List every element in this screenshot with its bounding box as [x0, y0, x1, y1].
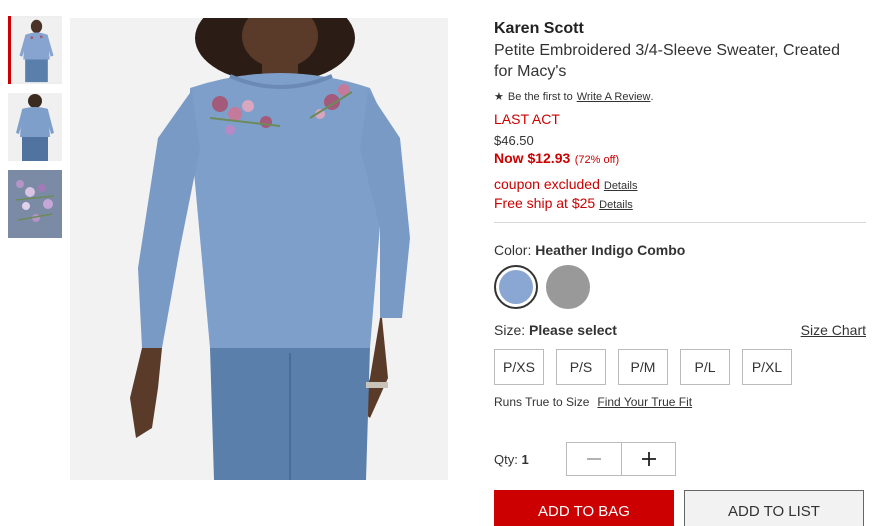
- percent-off: (72% off): [574, 154, 620, 166]
- thumbnail-front-image: [11, 17, 62, 83]
- coupon-line: coupon excluded Details: [494, 176, 866, 192]
- quantity-label-group: Qty: 1: [494, 452, 566, 467]
- thumbnail-front[interactable]: [8, 16, 62, 84]
- plus-icon: [641, 452, 656, 466]
- swatch-heather-indigo[interactable]: [494, 265, 538, 309]
- thumbnail-back[interactable]: [8, 93, 62, 161]
- quantity-row: Qty: 1: [494, 442, 866, 476]
- sale-price-line: Now $12.93 (72% off): [494, 150, 866, 168]
- quantity-stepper: [566, 442, 676, 476]
- original-price: $46.50: [494, 133, 534, 148]
- action-buttons: ADD TO BAG ADD TO LIST: [494, 490, 866, 526]
- product-info-panel: Karen Scott Petite Embroidered 3/4-Sleev…: [494, 20, 866, 526]
- shipping-text: Free ship at $25: [494, 195, 596, 211]
- thumbnail-strip: [8, 16, 64, 247]
- product-main-image[interactable]: [70, 18, 448, 480]
- shipping-line: Free ship at $25 Details: [494, 195, 866, 211]
- fit-text: Runs True to Size: [494, 395, 590, 409]
- decrement-button[interactable]: [567, 443, 621, 475]
- size-prompt-line: Size: Please select: [494, 322, 617, 338]
- size-header: Size: Please select Size Chart: [494, 322, 866, 338]
- review-prompt: ★ Be the first to Write A Review.: [494, 90, 866, 104]
- size-option-pm[interactable]: P/M: [618, 349, 668, 385]
- thumbnail-back-image: [8, 93, 62, 161]
- product-title: Petite Embroidered 3/4-Sleeve Sweater, C…: [494, 42, 840, 80]
- write-review-link[interactable]: Write A Review: [577, 91, 651, 103]
- true-fit-link[interactable]: Find Your True Fit: [597, 395, 692, 409]
- selected-color-name: Heather Indigo Combo: [535, 242, 686, 258]
- increment-button[interactable]: [621, 443, 675, 475]
- review-suffix: .: [650, 90, 654, 103]
- size-prompt: Please select: [529, 322, 617, 338]
- quantity-label: Qty:: [494, 451, 518, 467]
- quantity-value: 1: [521, 451, 529, 467]
- sale-price: Now $12.93: [494, 150, 571, 166]
- add-to-list-button[interactable]: ADD TO LIST: [684, 490, 864, 526]
- swatch-gray[interactable]: [546, 265, 590, 309]
- model-wearing-sweater-illustration: [70, 18, 448, 480]
- minus-icon: [587, 458, 601, 460]
- brand-name[interactable]: Karen Scott: [494, 20, 866, 38]
- color-swatches: [494, 265, 866, 309]
- coupon-text: coupon excluded: [494, 176, 600, 192]
- color-label: Color:: [494, 242, 532, 258]
- divider: [494, 222, 866, 223]
- coupon-details-link[interactable]: Details: [604, 180, 638, 192]
- size-option-ps[interactable]: P/S: [556, 349, 606, 385]
- color-selector: Color: Heather Indigo Combo: [494, 242, 866, 309]
- size-chart-link[interactable]: Size Chart: [801, 322, 866, 338]
- fit-line: Runs True to Size Find Your True Fit: [494, 395, 866, 409]
- size-option-pl[interactable]: P/L: [680, 349, 730, 385]
- last-act-badge: LAST ACT: [494, 111, 560, 127]
- size-option-pxl[interactable]: P/XL: [742, 349, 792, 385]
- size-option-pxs[interactable]: P/XS: [494, 349, 544, 385]
- thumbnail-detail[interactable]: [8, 170, 62, 238]
- review-prefix: Be the first to: [507, 90, 573, 103]
- star-icon: ★: [494, 91, 504, 103]
- shipping-details-link[interactable]: Details: [599, 199, 633, 211]
- size-label: Size:: [494, 322, 526, 338]
- add-to-bag-button[interactable]: ADD TO BAG: [494, 490, 674, 526]
- size-options: P/XS P/S P/M P/L P/XL: [494, 349, 866, 385]
- thumbnail-detail-image: [8, 170, 62, 238]
